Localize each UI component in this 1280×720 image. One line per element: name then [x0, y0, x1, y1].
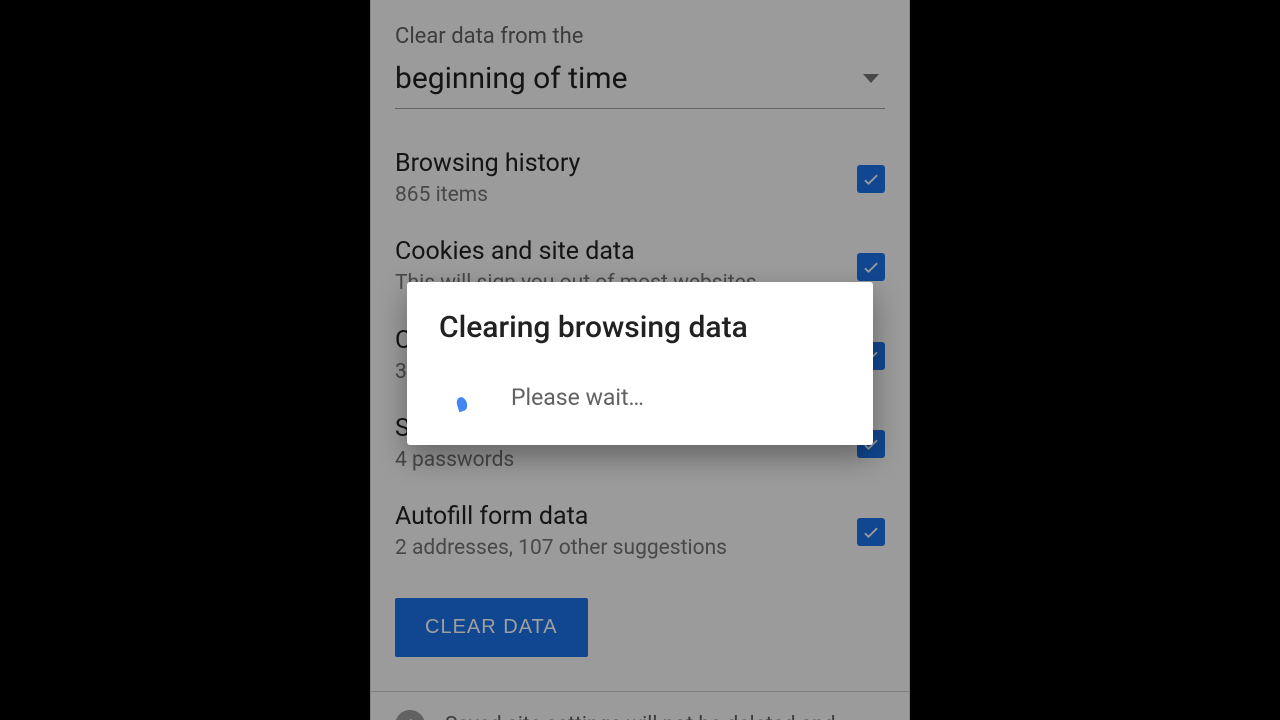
spinner-icon — [455, 396, 469, 412]
settings-panel: Clear data from the beginning of time Br… — [370, 0, 910, 720]
dialog-message: Please wait… — [511, 384, 644, 411]
progress-dialog: Clearing browsing data Please wait… — [407, 282, 873, 445]
dialog-title: Clearing browsing data — [439, 310, 841, 345]
